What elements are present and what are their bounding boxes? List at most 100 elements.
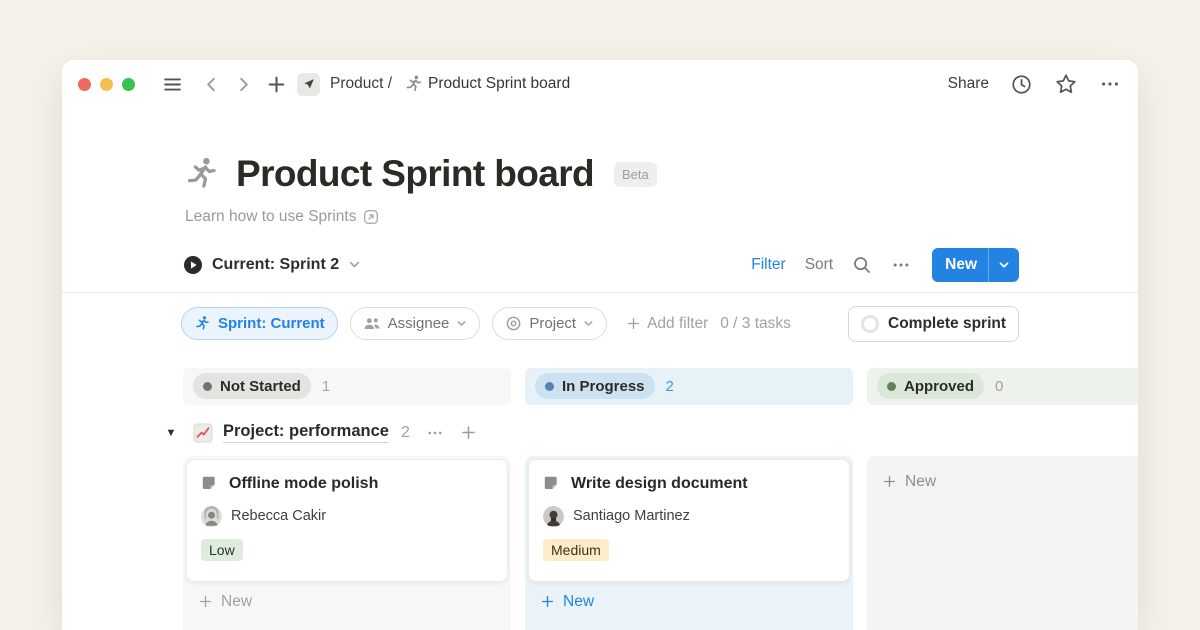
chart-increasing-icon (193, 423, 213, 443)
view-label: Current: Sprint 2 (212, 256, 339, 274)
column-headers: Not Started 1 In Progress 2 Approved 0 (183, 368, 1138, 405)
priority-tag: Low (201, 539, 243, 561)
avatar (543, 506, 564, 527)
column-count: 2 (666, 378, 674, 395)
runner-icon (404, 74, 424, 94)
page-runner-icon (183, 155, 221, 193)
assignee-name: Rebecca Cakir (231, 508, 326, 524)
back-icon[interactable] (202, 75, 221, 94)
page-icon (201, 475, 218, 492)
new-button-label: New (932, 256, 988, 274)
filter-bar: Sprint: Current Assignee Project Add fil… (181, 306, 1019, 342)
new-button-chevron-icon[interactable] (989, 259, 1019, 271)
sidebar-menu-icon[interactable] (162, 74, 183, 95)
group-add-icon[interactable] (460, 424, 477, 441)
beta-badge: Beta (614, 162, 657, 187)
view-switcher[interactable]: Current: Sprint 2 (183, 255, 361, 275)
sprint-play-icon (183, 255, 203, 275)
page-icon (543, 475, 560, 492)
column-count: 1 (322, 378, 330, 395)
project-filter-chip[interactable]: Project (492, 307, 607, 340)
column-name: Approved (904, 378, 974, 395)
plus-icon (882, 474, 897, 489)
zoom-window-button[interactable] (122, 78, 135, 91)
new-card-button-not-started[interactable]: New (186, 582, 508, 622)
new-card-button-in-progress[interactable]: New (528, 582, 850, 622)
assignee-chip-label: Assignee (388, 315, 450, 332)
new-card-label: New (563, 593, 594, 611)
lane-not-started: Offline mode polish Rebecca Cakir Low Ne… (183, 456, 511, 630)
traffic-lights (78, 78, 135, 91)
chevron-down-icon (348, 258, 361, 271)
status-dot (545, 382, 554, 391)
breadcrumb-page[interactable]: Product Sprint board (428, 75, 570, 93)
column-name: Not Started (220, 378, 301, 395)
more-options-icon[interactable] (1099, 73, 1121, 95)
plus-icon (540, 594, 555, 609)
new-button[interactable]: New (932, 248, 1019, 282)
sprint-chip-label: Sprint: Current (218, 315, 325, 332)
status-dot (203, 382, 212, 391)
breadcrumb-teamspace[interactable]: Product / (330, 75, 392, 93)
assignee-filter-chip[interactable]: Assignee (350, 307, 481, 340)
app-window: Product / Product Sprint board Share Pro… (62, 60, 1138, 630)
close-window-button[interactable] (78, 78, 91, 91)
priority-tag: Medium (543, 539, 609, 561)
external-link-icon (363, 209, 379, 225)
lane-approved: New (867, 456, 1138, 630)
group-options-icon[interactable] (426, 424, 444, 442)
card-title: Write design document (571, 475, 748, 493)
view-options-icon[interactable] (891, 255, 911, 275)
target-icon (505, 315, 522, 332)
forward-icon[interactable] (234, 75, 253, 94)
sprint-filter-chip[interactable]: Sprint: Current (181, 307, 338, 340)
column-name: In Progress (562, 378, 645, 395)
page-title: Product Sprint board (236, 154, 594, 195)
complete-sprint-label: Complete sprint (888, 315, 1006, 333)
add-filter-button[interactable]: Add filter (626, 315, 708, 333)
toolbar-divider (62, 292, 1138, 293)
minimize-window-button[interactable] (100, 78, 113, 91)
card-offline-mode-polish[interactable]: Offline mode polish Rebecca Cakir Low (186, 459, 508, 582)
sort-button[interactable]: Sort (805, 256, 833, 274)
view-toolbar: Current: Sprint 2 Filter Sort New (183, 247, 1019, 283)
avatar (201, 506, 222, 527)
column-header-approved[interactable]: Approved 0 (867, 368, 1138, 405)
chevron-down-icon (583, 318, 594, 329)
add-filter-label: Add filter (647, 315, 708, 333)
new-card-label: New (905, 473, 936, 491)
group-title[interactable]: Project: performance (223, 422, 389, 443)
new-card-button-approved[interactable]: New (870, 459, 1138, 502)
titlebar: Product / Product Sprint board Share (62, 60, 1138, 108)
tasks-progress: 0 / 3 tasks (720, 315, 791, 333)
page-header: Product Sprint board Beta (183, 154, 1138, 195)
column-count: 0 (995, 378, 1003, 395)
favorite-star-icon[interactable] (1054, 72, 1078, 96)
column-header-not-started[interactable]: Not Started 1 (183, 368, 511, 405)
new-card-label: New (221, 593, 252, 611)
search-icon[interactable] (852, 255, 872, 275)
complete-sprint-button[interactable]: Complete sprint (848, 306, 1019, 342)
status-dot (887, 382, 896, 391)
teamspace-icon[interactable] (297, 73, 320, 96)
plus-icon (626, 316, 641, 331)
assignee-name: Santiago Martinez (573, 508, 690, 524)
sprint-board: Not Started 1 In Progress 2 Approved 0 ▼… (183, 368, 1138, 630)
filter-button[interactable]: Filter (751, 256, 785, 274)
clock-history-icon[interactable] (1010, 73, 1033, 96)
share-button[interactable]: Share (948, 75, 989, 93)
sprint-runner-icon (194, 315, 211, 332)
group-count: 2 (401, 424, 410, 442)
collapse-toggle-icon[interactable]: ▼ (159, 427, 183, 439)
group-row-project-performance: ▼ Project: performance 2 (183, 415, 1138, 451)
column-header-in-progress[interactable]: In Progress 2 (525, 368, 853, 405)
card-write-design-document[interactable]: Write design document Santiago Martinez … (528, 459, 850, 582)
help-link-label: Learn how to use Sprints (185, 208, 356, 226)
plus-icon (198, 594, 213, 609)
progress-ring-icon (861, 315, 879, 333)
add-page-icon[interactable] (266, 74, 287, 95)
card-title: Offline mode polish (229, 475, 378, 493)
people-icon (363, 315, 381, 333)
help-link[interactable]: Learn how to use Sprints (185, 208, 1138, 226)
project-chip-label: Project (529, 315, 576, 332)
